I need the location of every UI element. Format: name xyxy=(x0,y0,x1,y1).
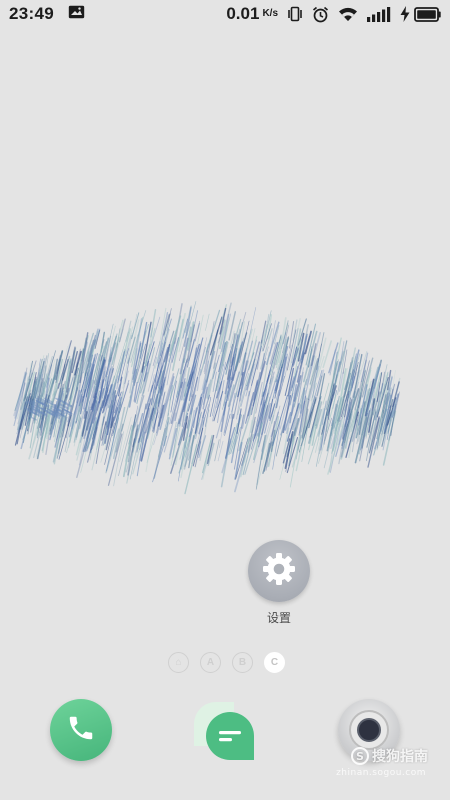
home-icon: ⌂ xyxy=(175,657,182,668)
vibrate-icon xyxy=(287,6,303,22)
screenshot-notification-icon xyxy=(68,4,85,24)
phone-app[interactable] xyxy=(50,699,112,761)
net-speed-value: 0.01 xyxy=(226,4,260,23)
settings-app-label: 设置 xyxy=(266,611,291,625)
settings-app[interactable]: 设置 xyxy=(244,540,314,626)
alarm-icon xyxy=(312,6,329,23)
messages-app[interactable] xyxy=(192,700,258,762)
watermark-url: zhinan.sogou.com xyxy=(336,768,426,778)
battery-icon xyxy=(414,6,441,22)
brush-stroke xyxy=(146,433,156,463)
signal-icon xyxy=(367,6,391,22)
brush-stroke xyxy=(205,313,210,331)
camera-icon xyxy=(349,710,389,750)
sogou-watermark: S 搜狗指南 xyxy=(351,746,428,766)
net-speed-unit: K/s xyxy=(262,8,278,19)
page-dot-b-label: B xyxy=(238,657,247,668)
net-speed: 0.01 K/s xyxy=(226,4,278,24)
gear-icon xyxy=(260,550,298,593)
status-time: 23:49 xyxy=(9,4,54,23)
page-dot-c-label: C xyxy=(270,657,279,668)
page-dot-b[interactable]: B xyxy=(232,652,253,673)
brush-stroke xyxy=(152,435,168,483)
page-dot-a[interactable]: A xyxy=(200,652,221,673)
phone-icon xyxy=(66,713,96,748)
status-bar: 23:49 0.01 K/s xyxy=(0,0,450,28)
charging-icon xyxy=(400,6,410,22)
camera-lens xyxy=(357,718,381,742)
page-indicator: ⌂ A B C xyxy=(168,652,285,673)
wifi-icon xyxy=(338,6,358,22)
page-dot-a-label: A xyxy=(206,657,215,668)
message-icon xyxy=(192,702,258,766)
settings-app-icon-bg xyxy=(248,540,310,602)
page-dot-home[interactable]: ⌂ xyxy=(168,652,189,673)
watermark-text: 搜狗指南 xyxy=(372,749,428,765)
wallpaper-brush-art xyxy=(13,301,401,495)
sogou-logo-icon: S xyxy=(351,747,369,765)
page-dot-c[interactable]: C xyxy=(264,652,285,673)
brush-stroke xyxy=(217,440,224,462)
